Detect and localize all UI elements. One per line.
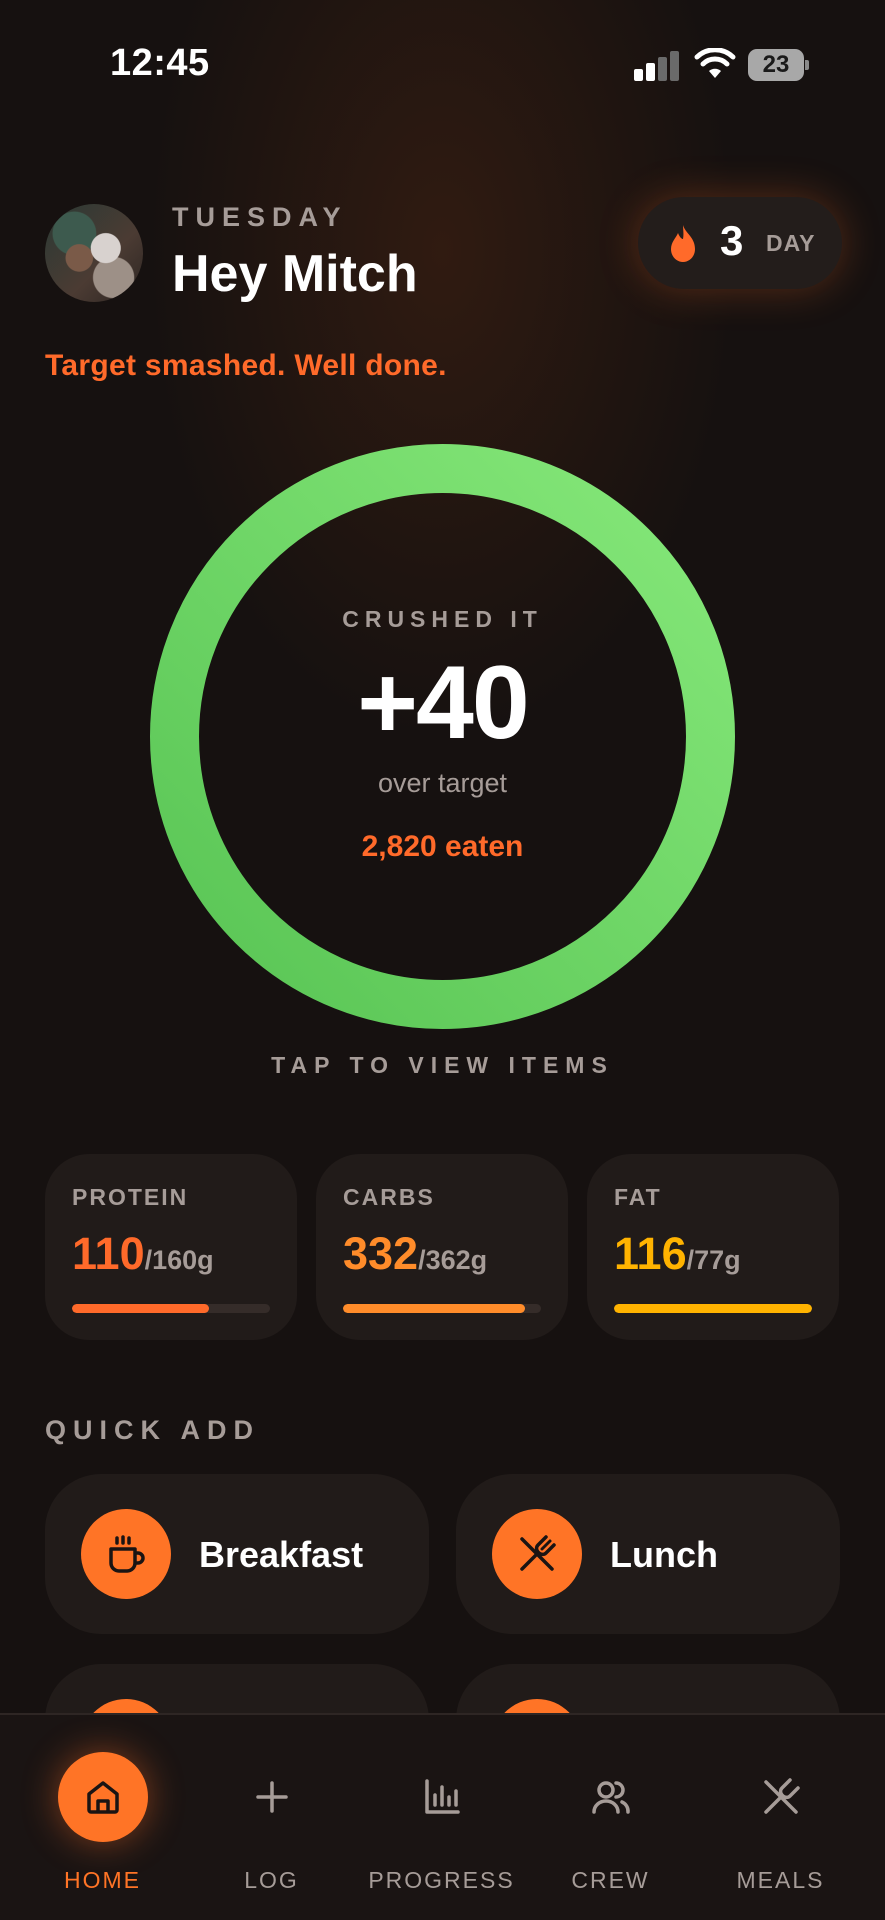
macro-progress-bar [614,1304,812,1313]
nav-label: MEALS [736,1867,825,1893]
quick-add-lunch[interactable]: Lunch [456,1474,840,1634]
avatar[interactable] [45,204,143,302]
macro-target: /362g [418,1245,488,1275]
macro-title: FAT [614,1184,662,1210]
utensils-icon [492,1509,582,1599]
nav-progress[interactable]: PROGRESS [353,1715,530,1920]
battery-level: 23 [762,51,790,78]
calorie-ring[interactable]: CRUSHED IT +40 over target 2,820 eaten [150,444,735,1029]
utensils-icon [736,1752,826,1842]
plus-icon [227,1752,317,1842]
day-label: TUESDAY [172,202,348,232]
status-message: Target smashed. Well done. [45,349,447,382]
nav-home[interactable]: HOME [14,1715,191,1920]
tap-to-view-items[interactable]: TAP TO VIEW ITEMS [0,1052,885,1079]
calorie-delta-caption: over target [377,768,508,798]
users-icon [566,1752,656,1842]
nav-label: HOME [64,1867,141,1893]
macro-target: /77g [686,1245,741,1275]
macro-card-carbs[interactable]: CARBS 332/362g [316,1154,568,1340]
quick-add-label: Lunch [610,1534,718,1575]
macro-value: 110 [72,1228,145,1279]
flame-icon [671,225,695,262]
home-icon [58,1752,148,1842]
macro-title: PROTEIN [72,1184,189,1210]
bottom-nav: HOME LOG PROGRESS CREW MEALS [0,1713,885,1920]
calories-eaten: 2,820 eaten [361,830,524,863]
macro-card-protein[interactable]: PROTEIN 110/160g [45,1154,297,1340]
status-time: 12:45 [110,42,210,84]
ring-status: CRUSHED IT [342,606,543,632]
cellular-signal-icon [634,51,680,81]
quick-add-label: Breakfast [199,1534,364,1575]
quick-add-breakfast[interactable]: Breakfast [45,1474,429,1634]
nav-label: CREW [571,1867,650,1893]
nav-meals[interactable]: MEALS [692,1715,869,1920]
nav-label: PROGRESS [368,1867,515,1893]
macro-progress-bar [343,1304,541,1313]
coffee-cup-icon [81,1509,171,1599]
bar-chart-icon [397,1752,487,1842]
macro-target: /160g [144,1245,214,1275]
macro-value: 116 [614,1228,687,1279]
wifi-icon [694,47,736,80]
nav-log[interactable]: LOG [183,1715,360,1920]
battery-icon: 23 [748,49,810,81]
macro-progress-bar [72,1304,270,1313]
quick-add-heading: QUICK ADD [45,1415,260,1445]
macro-value: 332 [343,1228,419,1279]
macro-title: CARBS [343,1184,435,1210]
nav-label: LOG [244,1867,299,1893]
streak-count: 3 [720,217,744,264]
nav-crew[interactable]: CREW [522,1715,699,1920]
streak-badge[interactable]: 3 DAY [638,197,842,289]
streak-unit: DAY [766,230,816,256]
greeting-title: Hey Mitch [172,245,418,303]
calorie-delta: +40 [357,645,529,761]
macro-card-fat[interactable]: FAT 116/77g [587,1154,839,1340]
